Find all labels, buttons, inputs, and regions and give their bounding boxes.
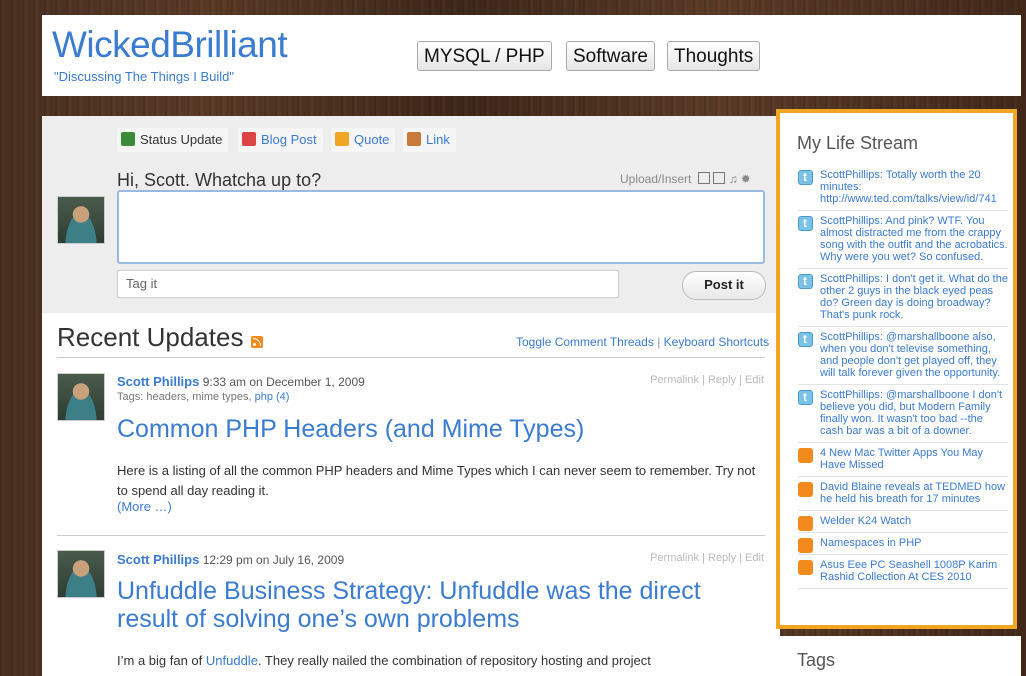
tag-link-php[interactable]: php (4) (255, 391, 290, 403)
post-author[interactable]: Scott Phillips (117, 552, 199, 567)
link-icon (407, 132, 421, 146)
keyboard-shortcuts-link[interactable]: Keyboard Shortcuts (664, 335, 769, 349)
life-stream-title: My Life Stream (797, 133, 919, 153)
main-content: Status Update Blog Post Quote Link Hi, S… (42, 116, 780, 676)
video-icon[interactable] (712, 172, 725, 184)
rss-icon[interactable] (250, 336, 263, 348)
list-item[interactable]: Namespaces in PHP (798, 533, 1008, 555)
twitter-icon (798, 274, 813, 289)
list-item[interactable]: Welder K24 Watch (798, 511, 1008, 533)
list-item[interactable]: 4 New Mac Twitter Apps You May Have Miss… (798, 443, 1008, 477)
avatar (57, 550, 105, 598)
tag-input[interactable]: Tag it (117, 270, 619, 298)
rss-icon (798, 560, 813, 575)
life-stream-list: ScottPhillips: Totally worth the 20 minu… (798, 165, 1008, 589)
rss-icon (798, 538, 813, 553)
nav-software[interactable]: Software (566, 41, 655, 71)
post-title[interactable]: Unfuddle Business Strategy: Unfuddle was… (117, 577, 727, 633)
life-stream-panel: My Life Stream ScottPhillips: Totally wo… (776, 109, 1017, 629)
divider (57, 535, 765, 536)
post-composer: Status Update Blog Post Quote Link Hi, S… (42, 116, 780, 313)
list-item[interactable]: Asus Eee PC Seashell 1008P Karim Rashid … (798, 555, 1008, 589)
post-author-line: Scott Phillips 12:29 pm on July 16, 2009 (117, 552, 345, 567)
post-author[interactable]: Scott Phillips (117, 374, 199, 389)
nav-thoughts[interactable]: Thoughts (667, 41, 761, 71)
list-item[interactable]: ScottPhillips: @marshallboone I don't be… (798, 385, 1008, 443)
unfuddle-link[interactable]: Unfuddle (206, 653, 258, 668)
rss-icon (798, 482, 813, 497)
list-item[interactable]: ScottPhillips: And pink? WTF. You almost… (798, 211, 1008, 269)
audio-icon[interactable]: ♫ (729, 172, 738, 186)
tab-status-update[interactable]: Status Update (117, 128, 229, 152)
twitter-icon (798, 216, 813, 231)
post-title[interactable]: Common PHP Headers (and Mime Types) (117, 415, 584, 443)
tab-blog-post[interactable]: Blog Post (238, 128, 323, 152)
twitter-icon (798, 170, 813, 185)
nav-mysql-php[interactable]: MYSQL / PHP (417, 41, 552, 71)
quote-icon (335, 132, 349, 146)
avatar (57, 196, 105, 244)
twitter-icon (798, 390, 813, 405)
avatar (57, 373, 105, 421)
tags-title: Tags (797, 650, 836, 670)
status-textarea[interactable] (117, 190, 765, 264)
post-meta-links[interactable]: Permalink | Reply | Edit (650, 374, 764, 386)
upload-insert[interactable]: Upload/Insert ♫ ✹ (620, 172, 751, 186)
post-excerpt: Here is a listing of all the common PHP … (117, 463, 756, 498)
post-author-line: Scott Phillips 9:33 am on December 1, 20… (117, 374, 365, 389)
tab-quote[interactable]: Quote (331, 128, 396, 152)
list-item[interactable]: David Blaine reveals at TEDMED how he he… (798, 477, 1008, 511)
twitter-icon (798, 332, 813, 347)
post-excerpt: I’m a big fan of Unfuddle. They really n… (117, 653, 651, 668)
toggle-comment-threads-link[interactable]: Toggle Comment Threads (516, 335, 654, 349)
image-icon[interactable] (697, 172, 710, 184)
list-item[interactable]: ScottPhillips: @marshallboone also, when… (798, 327, 1008, 385)
more-link[interactable]: (More …) (117, 499, 172, 514)
site-tagline: "Discussing The Things I Build" (54, 69, 235, 84)
rss-icon (798, 516, 813, 531)
list-item[interactable]: ScottPhillips: I don't get it. What do t… (798, 269, 1008, 327)
divider (57, 357, 765, 358)
rss-icon (798, 448, 813, 463)
post-tags: Tags: headers, mime types, php (4) (117, 391, 290, 403)
post-button[interactable]: Post it (682, 271, 766, 300)
composer-greeting: Hi, Scott. Whatcha up to? (117, 170, 322, 190)
site-header: WickedBrilliant "Discussing The Things I… (42, 15, 1021, 96)
post-meta-links[interactable]: Permalink | Reply | Edit (650, 552, 764, 564)
pushpin-icon (242, 132, 256, 146)
top-links: Toggle Comment Threads | Keyboard Shortc… (516, 335, 770, 349)
tab-link[interactable]: Link (403, 128, 456, 152)
site-title[interactable]: WickedBrilliant (52, 24, 288, 66)
recent-updates-title: Recent Updates (57, 322, 263, 353)
list-item[interactable]: ScottPhillips: Totally worth the 20 minu… (798, 165, 1008, 211)
media-icon[interactable]: ✹ (741, 172, 751, 186)
tags-panel: Tags (780, 636, 1021, 676)
status-icon (121, 132, 135, 146)
